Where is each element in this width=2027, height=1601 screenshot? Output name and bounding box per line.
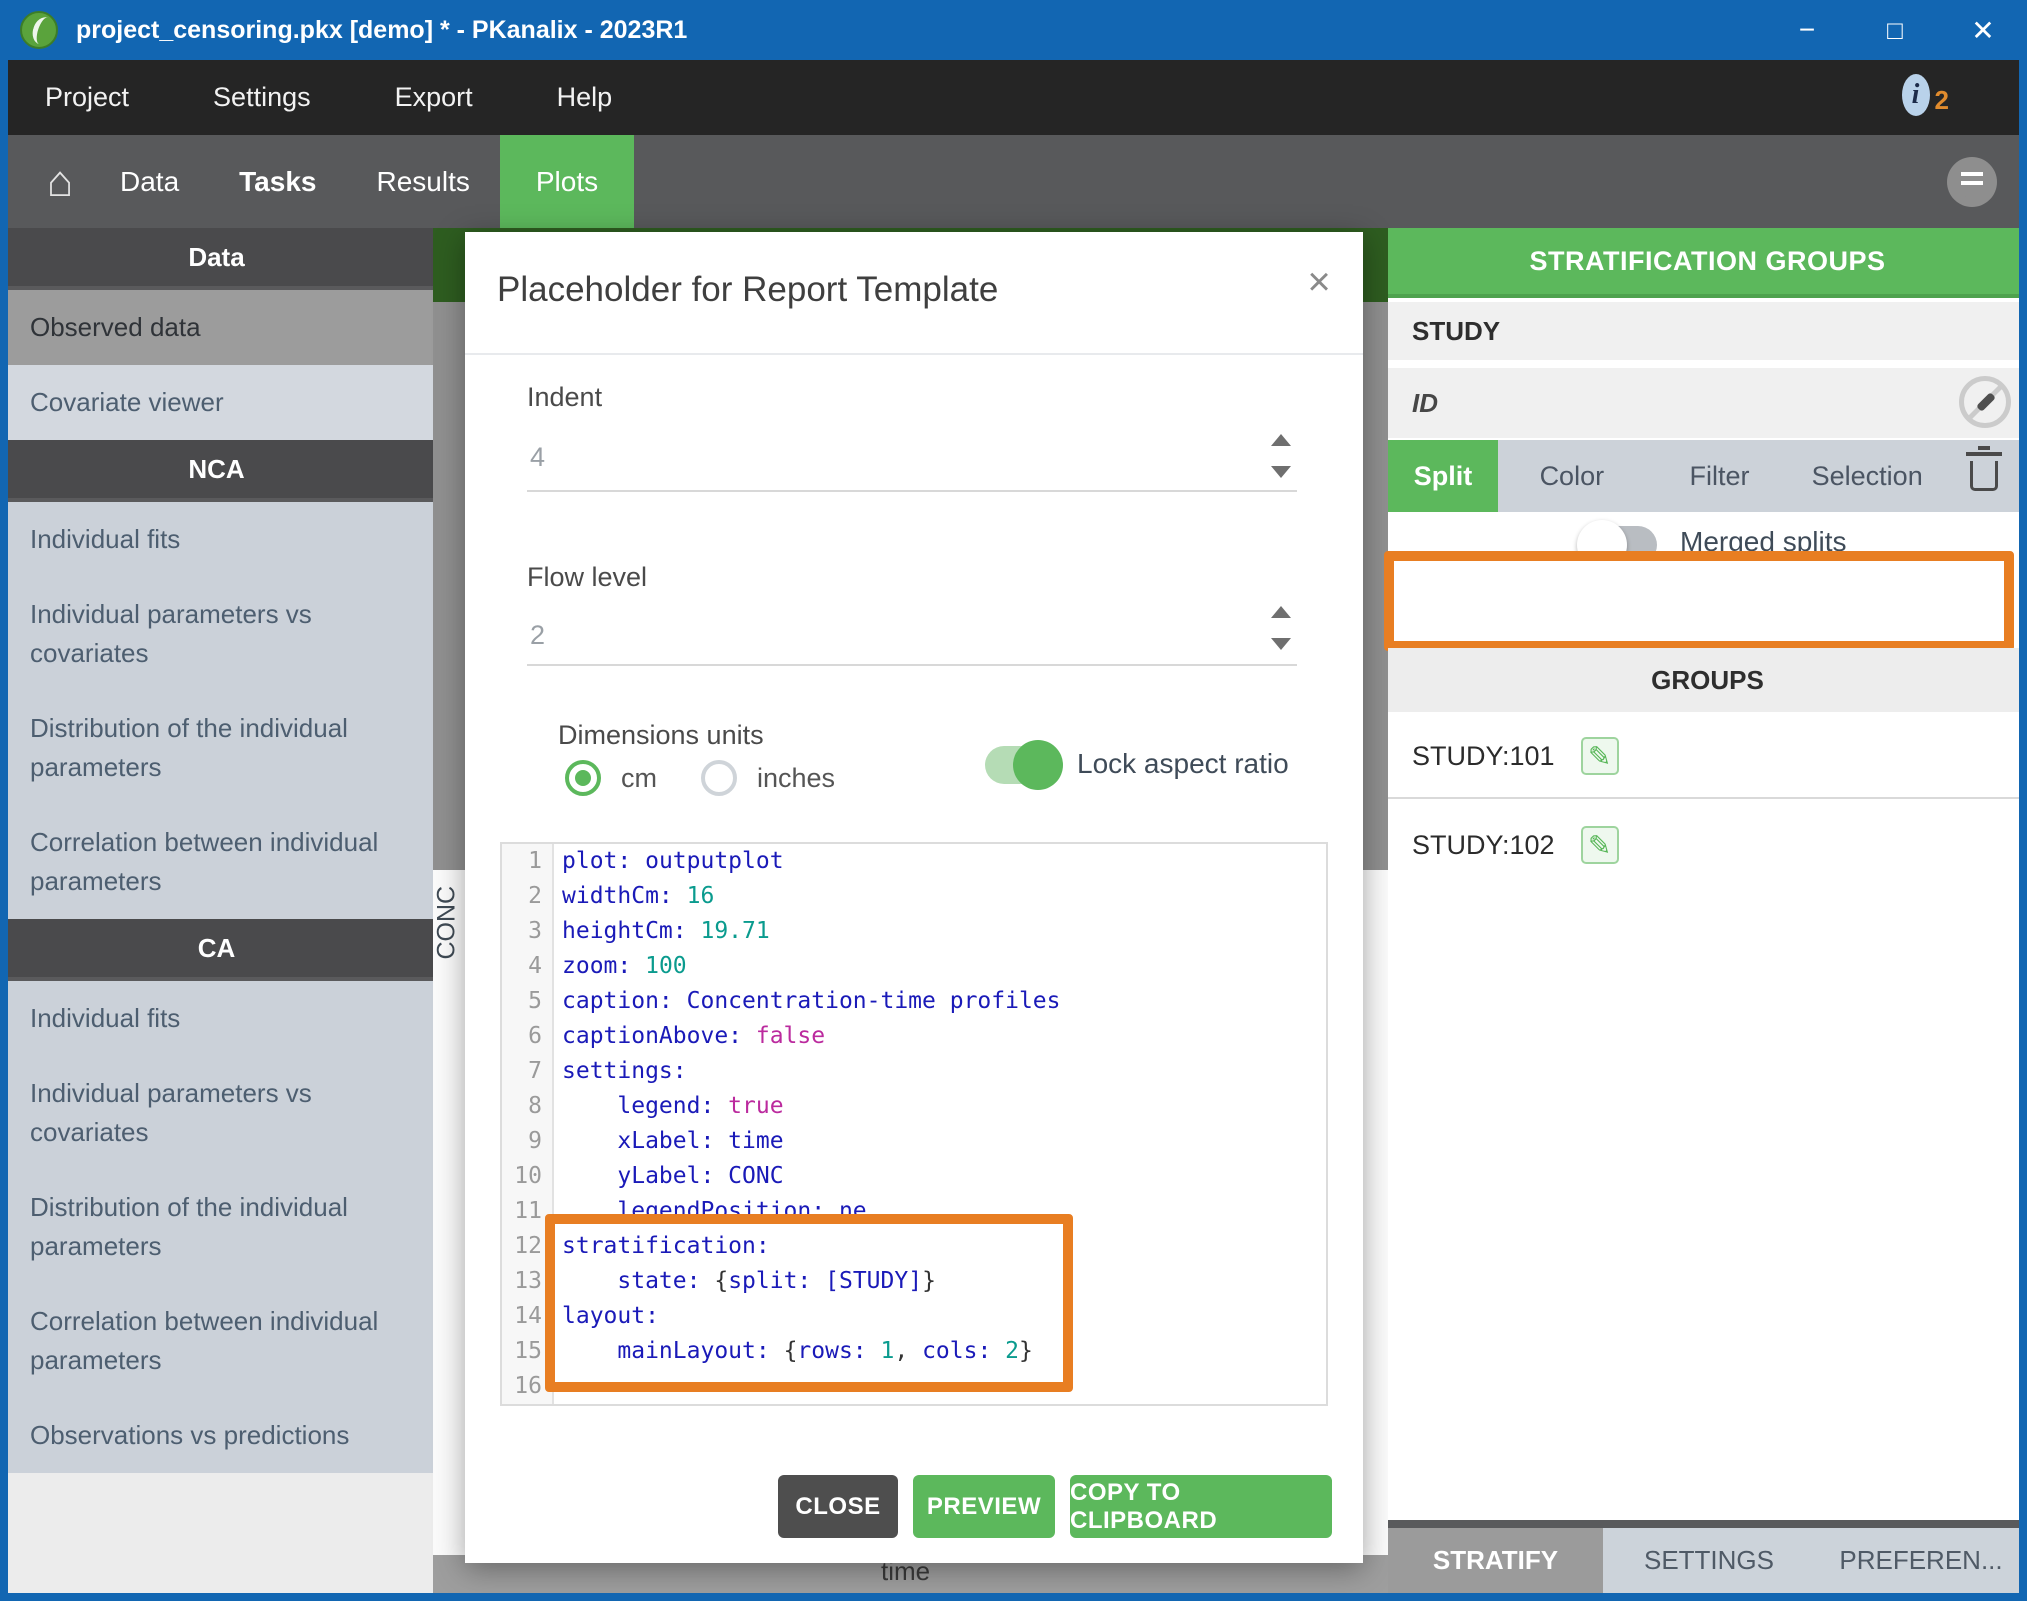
menu-export[interactable]: Export: [395, 82, 473, 113]
info-count: 2: [1935, 85, 1949, 116]
tab-results[interactable]: Results: [346, 135, 499, 228]
title-bar: project_censoring.pkx [demo] * - PKanali…: [0, 0, 2027, 60]
covariate-id-label: ID: [1412, 388, 1438, 419]
menu-settings[interactable]: Settings: [213, 82, 311, 113]
sidebar-item-nca-params-vs-covariates[interactable]: Individual parameters vs covariates: [0, 577, 433, 691]
info-icon[interactable]: i: [1902, 74, 1930, 116]
flow-level-underline: [527, 664, 1297, 666]
radio-cm-label: cm: [621, 763, 657, 794]
sidebar-section-ca: CA: [0, 919, 433, 981]
window-border-right: [2019, 60, 2027, 1601]
stratify-mode-tabs: Split Color Filter Selection: [1388, 440, 2027, 512]
settings-footer-button[interactable]: SETTINGS: [1603, 1528, 1815, 1593]
sidebar-item-nca-correlation[interactable]: Correlation between individual parameter…: [0, 805, 433, 919]
dialog-buttons: CLOSE PREVIEW COPY TO CLIPBOARD: [465, 1475, 1363, 1538]
groups-header: GROUPS: [1388, 648, 2027, 712]
panel-footer: STRATIFY SETTINGS PREFEREN...: [1388, 1520, 2027, 1593]
tab-filter[interactable]: Filter: [1646, 440, 1794, 512]
comment-bubble-icon[interactable]: [1947, 157, 1997, 207]
trash-icon[interactable]: [1970, 461, 1998, 491]
tab-tasks[interactable]: Tasks: [209, 135, 346, 228]
window-border-left: [0, 60, 8, 1601]
stratification-groups-header: STRATIFICATION GROUPS: [1388, 228, 2027, 298]
maximize-button[interactable]: □: [1851, 0, 1939, 60]
sidebar-item-covariate-viewer[interactable]: Covariate viewer: [0, 365, 433, 440]
flow-level-input[interactable]: 2: [530, 620, 545, 651]
no-color-brush-icon[interactable]: [1959, 376, 2011, 428]
toggle-knob: [1013, 740, 1063, 790]
preview-button[interactable]: PREVIEW: [913, 1475, 1055, 1538]
window-border-bottom: [0, 1593, 2027, 1601]
stratification-panel: STRATIFICATION GROUPS STUDY ID Split Col…: [1388, 228, 2027, 1601]
trash-icon-wrap[interactable]: [1941, 440, 2027, 512]
tab-color[interactable]: Color: [1498, 440, 1646, 512]
close-button[interactable]: CLOSE: [778, 1475, 898, 1538]
sidebar: Data Observed data Covariate viewer NCA …: [0, 228, 433, 1601]
info-badge[interactable]: i 2: [1902, 74, 1949, 116]
flow-level-label: Flow level: [527, 562, 647, 593]
report-template-dialog: Placeholder for Report Template × Indent…: [465, 232, 1363, 1563]
sidebar-item-nca-distribution[interactable]: Distribution of the individual parameter…: [0, 691, 433, 805]
preferences-footer-button[interactable]: PREFEREN...: [1815, 1528, 2027, 1593]
radio-inches[interactable]: [701, 760, 737, 796]
sidebar-item-ca-params-vs-covariates[interactable]: Individual parameters vs covariates: [0, 1056, 433, 1170]
group-102-label: STUDY:102: [1412, 830, 1555, 861]
dialog-title: Placeholder for Report Template: [497, 270, 998, 310]
copy-to-clipboard-button[interactable]: COPY TO CLIPBOARD: [1070, 1475, 1332, 1538]
window-title: project_censoring.pkx [demo] * - PKanali…: [76, 16, 687, 45]
sidebar-item-observed-data[interactable]: Observed data: [0, 290, 433, 365]
flow-level-increment-icon[interactable]: [1271, 606, 1291, 618]
tab-data[interactable]: Data: [90, 135, 209, 228]
edit-group-101-icon[interactable]: ✎: [1581, 737, 1619, 775]
menu-help[interactable]: Help: [557, 82, 613, 113]
edit-group-102-icon[interactable]: ✎: [1581, 826, 1619, 864]
sidebar-item-ca-obs-vs-pred[interactable]: Observations vs predictions: [0, 1398, 433, 1473]
sidebar-item-ca-distribution[interactable]: Distribution of the individual parameter…: [0, 1170, 433, 1284]
annotation-box-code: [545, 1214, 1073, 1392]
close-window-button[interactable]: ✕: [1939, 0, 2027, 60]
sidebar-section-nca: NCA: [0, 440, 433, 502]
lock-aspect-ratio-toggle[interactable]: [985, 746, 1059, 784]
indent-increment-icon[interactable]: [1271, 434, 1291, 446]
covariate-row-study[interactable]: STUDY: [1388, 302, 2027, 360]
indent-label: Indent: [527, 382, 602, 413]
stratify-footer-button[interactable]: STRATIFY: [1388, 1528, 1603, 1593]
radio-inches-label: inches: [757, 763, 835, 794]
dialog-close-icon[interactable]: ×: [1297, 260, 1341, 304]
sidebar-item-nca-individual-fits[interactable]: Individual fits: [0, 502, 433, 577]
sidebar-item-ca-correlation[interactable]: Correlation between individual parameter…: [0, 1284, 433, 1398]
minimize-button[interactable]: −: [1763, 0, 1851, 60]
covariate-row-id[interactable]: ID: [1388, 368, 2027, 438]
group-row-study-102[interactable]: STUDY:102 ✎: [1388, 803, 2027, 887]
dimensions-units-label: Dimensions units: [558, 720, 764, 751]
tab-plots[interactable]: Plots: [500, 135, 634, 228]
app-logo-icon: [20, 11, 58, 49]
plot-y-axis-label: CONC: [433, 920, 462, 960]
sidebar-item-ca-individual-fits[interactable]: Individual fits: [0, 981, 433, 1056]
main-tab-bar: ⌂ Data Tasks Results Plots: [0, 135, 2027, 228]
menu-bar: Project Settings Export Help i 2: [0, 60, 2027, 135]
indent-decrement-icon[interactable]: [1271, 466, 1291, 478]
radio-cm[interactable]: [565, 760, 601, 796]
group-row-study-101[interactable]: STUDY:101 ✎: [1388, 715, 2027, 799]
tab-split[interactable]: Split: [1388, 440, 1498, 512]
indent-input[interactable]: 4: [530, 442, 545, 473]
flow-level-decrement-icon[interactable]: [1271, 638, 1291, 650]
sidebar-section-data: Data: [0, 228, 433, 290]
group-101-label: STUDY:101: [1412, 741, 1555, 772]
tab-selection[interactable]: Selection: [1793, 440, 1941, 512]
lock-aspect-ratio-label: Lock aspect ratio: [1077, 748, 1289, 780]
dialog-divider: [465, 353, 1363, 355]
annotation-box-study: [1384, 551, 2014, 651]
dimensions-units-radios: cm inches: [565, 760, 879, 796]
menu-project[interactable]: Project: [45, 82, 129, 113]
indent-underline: [527, 490, 1297, 492]
app-window: project_censoring.pkx [demo] * - PKanali…: [0, 0, 2027, 1601]
home-icon[interactable]: ⌂: [30, 135, 90, 228]
window-controls: − □ ✕: [1763, 0, 2027, 60]
